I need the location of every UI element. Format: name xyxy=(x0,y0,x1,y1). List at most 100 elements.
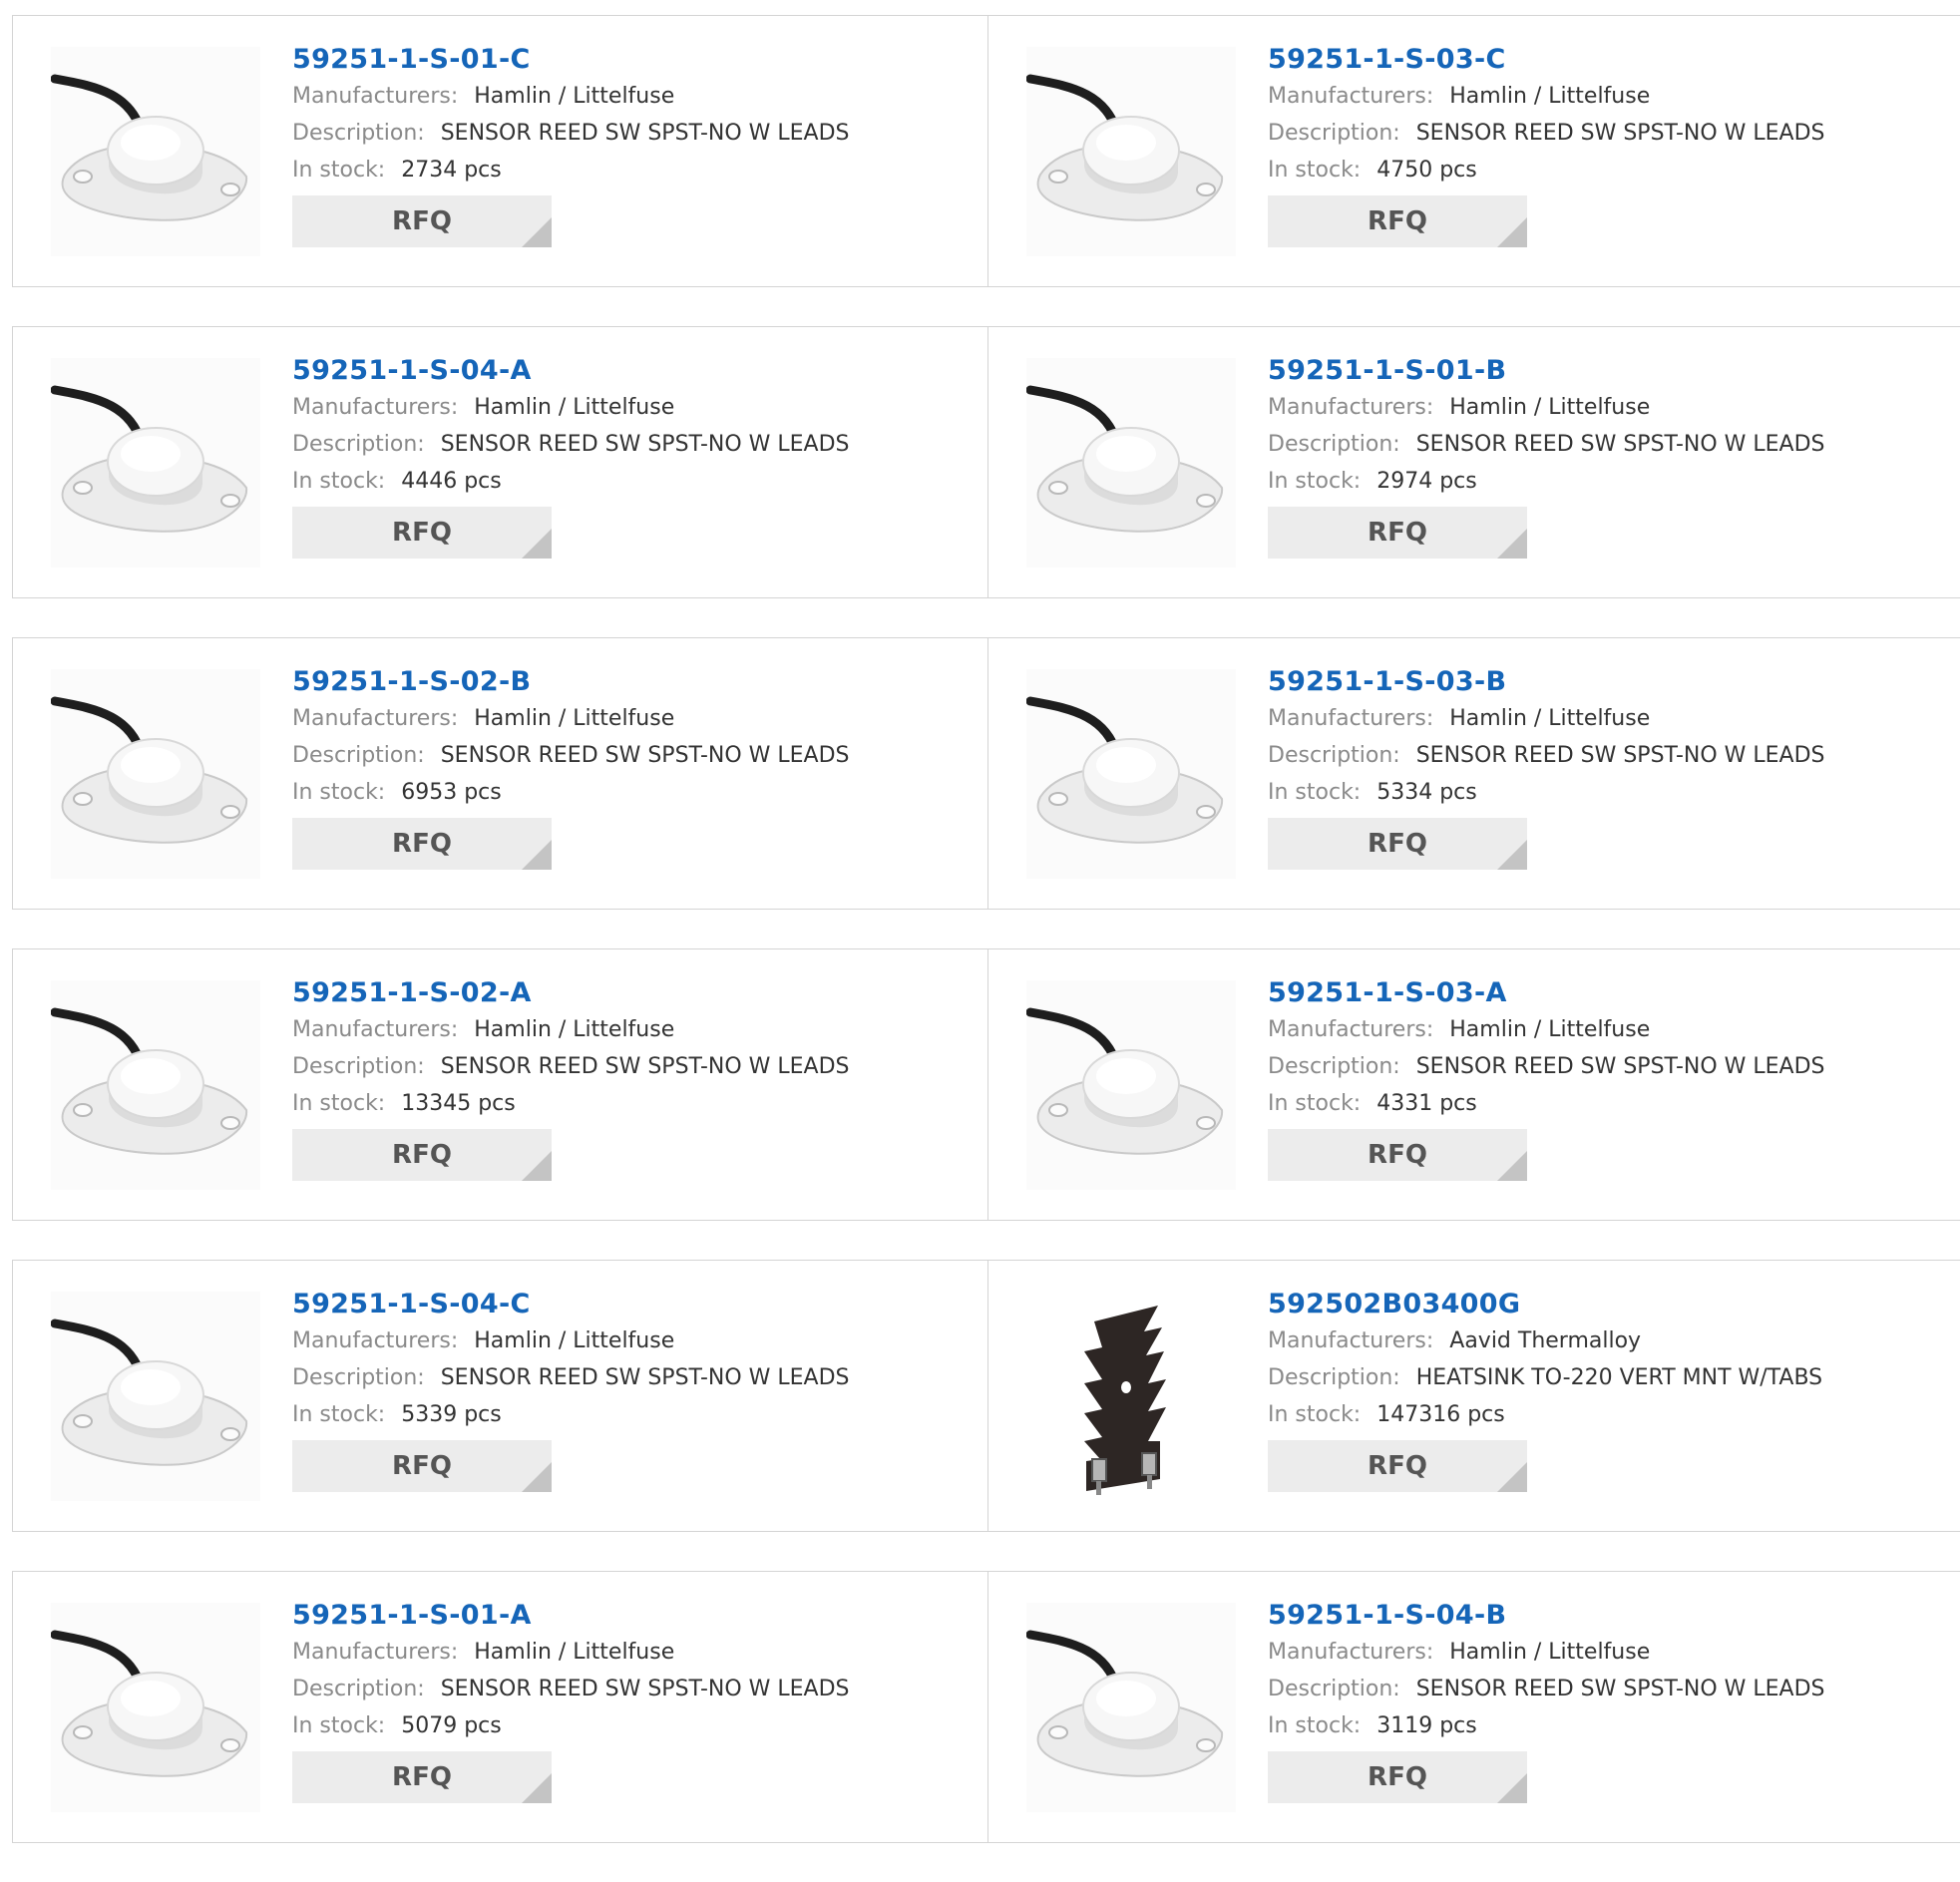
manufacturer-line: Manufacturers: Hamlin / Littelfuse xyxy=(292,389,850,426)
product-card: 59251-1-S-01-A Manufacturers: Hamlin / Li… xyxy=(13,1572,987,1842)
product-card: 59251-1-S-01-C Manufacturers: Hamlin / Li… xyxy=(13,16,987,286)
stock-label: In stock: xyxy=(292,158,386,183)
product-card: 59251-1-S-02-B Manufacturers: Hamlin / Li… xyxy=(13,638,987,909)
stock-line: In stock: 2734 pcs xyxy=(292,152,850,188)
rfq-button[interactable]: RFQ xyxy=(1268,1129,1527,1181)
manufacturer-label: Manufacturers: xyxy=(1268,84,1434,109)
stock-line: In stock: 5334 pcs xyxy=(1268,774,1825,811)
stock-line: In stock: 147316 pcs xyxy=(1268,1396,1822,1433)
description-value: SENSOR REED SW SPST-NO W LEADS xyxy=(440,432,850,457)
description-label: Description: xyxy=(292,432,425,457)
manufacturer-label: Manufacturers: xyxy=(292,84,459,109)
manufacturer-value: Hamlin / Littelfuse xyxy=(1449,1017,1651,1042)
part-number-link[interactable]: 59251-1-S-03-A xyxy=(1268,977,1825,1011)
description-line: Description: SENSOR REED SW SPST-NO W LEA… xyxy=(1268,737,1825,774)
description-label: Description: xyxy=(292,1677,425,1701)
stock-label: In stock: xyxy=(1268,1402,1362,1427)
manufacturer-value: Hamlin / Littelfuse xyxy=(474,1328,675,1353)
rfq-corner-decoration xyxy=(522,1151,552,1181)
rfq-corner-decoration xyxy=(522,840,552,870)
part-number-link[interactable]: 59251-1-S-04-B xyxy=(1268,1600,1825,1634)
manufacturer-line: Manufacturers: Hamlin / Littelfuse xyxy=(1268,700,1825,737)
description-line: Description: SENSOR REED SW SPST-NO W LEA… xyxy=(292,737,850,774)
part-number-link[interactable]: 59251-1-S-03-C xyxy=(1268,44,1825,78)
rfq-button[interactable]: RFQ xyxy=(292,1129,552,1181)
manufacturer-value: Hamlin / Littelfuse xyxy=(1449,1640,1651,1665)
manufacturer-label: Manufacturers: xyxy=(292,395,459,420)
reed-sensor-image xyxy=(1026,669,1236,879)
part-number-link[interactable]: 59251-1-S-04-C xyxy=(292,1289,850,1322)
stock-line: In stock: 13345 pcs xyxy=(292,1085,850,1122)
rfq-button[interactable]: RFQ xyxy=(1268,1440,1527,1492)
manufacturer-label: Manufacturers: xyxy=(1268,706,1434,731)
manufacturer-line: Manufacturers: Hamlin / Littelfuse xyxy=(292,700,850,737)
part-number-link[interactable]: 592502B03400G xyxy=(1268,1289,1822,1322)
manufacturer-label: Manufacturers: xyxy=(292,1017,459,1042)
description-value: SENSOR REED SW SPST-NO W LEADS xyxy=(440,743,850,768)
rfq-button[interactable]: RFQ xyxy=(292,818,552,870)
description-label: Description: xyxy=(1268,1677,1400,1701)
product-info: 59251-1-S-02-B Manufacturers: Hamlin / Li… xyxy=(292,666,850,870)
product-grid: 59251-1-S-01-C Manufacturers: Hamlin / Li… xyxy=(12,15,1960,1882)
product-row: 59251-1-S-04-A Manufacturers: Hamlin / Li… xyxy=(12,326,1960,598)
product-thumbnail[interactable] xyxy=(51,669,260,879)
product-card: 59251-1-S-03-A Manufacturers: Hamlin / Li… xyxy=(987,949,1960,1220)
stock-label: In stock: xyxy=(1268,469,1362,494)
part-number-link[interactable]: 59251-1-S-02-A xyxy=(292,977,850,1011)
part-number-link[interactable]: 59251-1-S-02-B xyxy=(292,666,850,700)
reed-sensor-image xyxy=(51,358,260,567)
product-thumbnail[interactable] xyxy=(1026,980,1236,1190)
rfq-button[interactable]: RFQ xyxy=(1268,507,1527,559)
stock-label: In stock: xyxy=(292,780,386,805)
part-number-link[interactable]: 59251-1-S-01-A xyxy=(292,1600,850,1634)
part-number-link[interactable]: 59251-1-S-04-A xyxy=(292,355,850,389)
part-number-link[interactable]: 59251-1-S-01-B xyxy=(1268,355,1825,389)
description-line: Description: SENSOR REED SW SPST-NO W LEA… xyxy=(292,1671,850,1707)
rfq-button[interactable]: RFQ xyxy=(292,1751,552,1803)
product-info: 59251-1-S-03-A Manufacturers: Hamlin / Li… xyxy=(1268,977,1825,1181)
part-number-link[interactable]: 59251-1-S-03-B xyxy=(1268,666,1825,700)
product-thumbnail[interactable] xyxy=(51,358,260,567)
stock-value: 2734 pcs xyxy=(401,158,502,183)
rfq-button[interactable]: RFQ xyxy=(1268,818,1527,870)
description-line: Description: SENSOR REED SW SPST-NO W LEA… xyxy=(292,426,850,463)
rfq-label: RFQ xyxy=(1368,206,1427,236)
product-thumbnail[interactable] xyxy=(1026,358,1236,567)
rfq-button[interactable]: RFQ xyxy=(1268,1751,1527,1803)
description-line: Description: SENSOR REED SW SPST-NO W LEA… xyxy=(1268,1671,1825,1707)
product-row: 59251-1-S-01-C Manufacturers: Hamlin / Li… xyxy=(12,15,1960,287)
reed-sensor-image xyxy=(51,47,260,256)
reed-sensor-image xyxy=(1026,47,1236,256)
product-thumbnail[interactable] xyxy=(51,1603,260,1812)
rfq-corner-decoration xyxy=(1497,1151,1527,1181)
description-value: SENSOR REED SW SPST-NO W LEADS xyxy=(1415,1677,1825,1701)
product-info: 59251-1-S-01-B Manufacturers: Hamlin / Li… xyxy=(1268,355,1825,559)
rfq-button[interactable]: RFQ xyxy=(292,1440,552,1492)
product-info: 59251-1-S-04-A Manufacturers: Hamlin / Li… xyxy=(292,355,850,559)
rfq-label: RFQ xyxy=(392,518,452,548)
product-thumbnail[interactable] xyxy=(1026,1603,1236,1812)
product-thumbnail[interactable] xyxy=(1026,1292,1236,1501)
description-line: Description: SENSOR REED SW SPST-NO W LEA… xyxy=(292,1359,850,1396)
rfq-label: RFQ xyxy=(1368,829,1427,859)
part-number-link[interactable]: 59251-1-S-01-C xyxy=(292,44,850,78)
rfq-button[interactable]: RFQ xyxy=(292,195,552,247)
description-line: Description: SENSOR REED SW SPST-NO W LEA… xyxy=(292,1048,850,1085)
reed-sensor-image xyxy=(1026,358,1236,567)
product-thumbnail[interactable] xyxy=(1026,47,1236,256)
product-row: 59251-1-S-02-B Manufacturers: Hamlin / Li… xyxy=(12,637,1960,910)
manufacturer-label: Manufacturers: xyxy=(292,706,459,731)
stock-value: 2974 pcs xyxy=(1376,469,1477,494)
description-value: SENSOR REED SW SPST-NO W LEADS xyxy=(440,1054,850,1079)
product-row: 59251-1-S-02-A Manufacturers: Hamlin / Li… xyxy=(12,948,1960,1221)
product-thumbnail[interactable] xyxy=(1026,669,1236,879)
product-thumbnail[interactable] xyxy=(51,980,260,1190)
product-thumbnail[interactable] xyxy=(51,47,260,256)
product-card: 59251-1-S-04-B Manufacturers: Hamlin / Li… xyxy=(987,1572,1960,1842)
description-value: SENSOR REED SW SPST-NO W LEADS xyxy=(440,121,850,146)
reed-sensor-image xyxy=(1026,980,1236,1190)
rfq-button[interactable]: RFQ xyxy=(1268,195,1527,247)
rfq-button[interactable]: RFQ xyxy=(292,507,552,559)
product-thumbnail[interactable] xyxy=(51,1292,260,1501)
rfq-label: RFQ xyxy=(392,206,452,236)
